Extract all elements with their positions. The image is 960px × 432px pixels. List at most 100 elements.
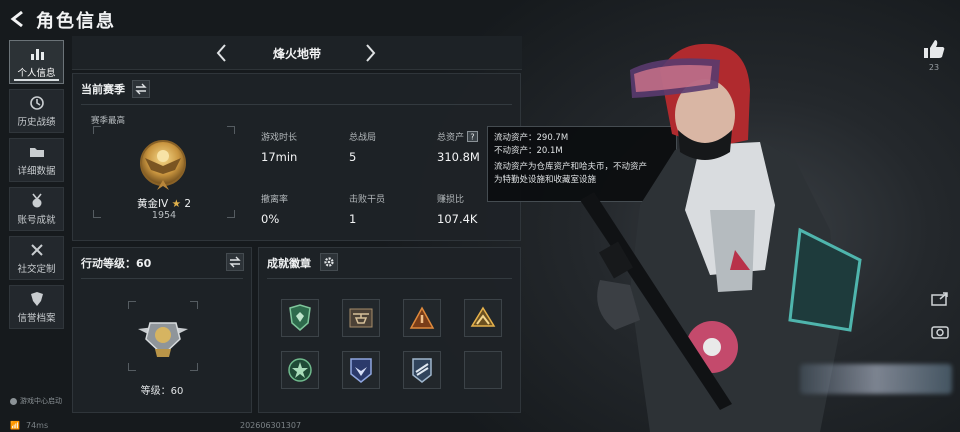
frame-corner [190, 363, 198, 371]
stat-value: 107.4K [437, 212, 478, 226]
achievement-slot[interactable] [281, 299, 319, 337]
rank-name: 黄金IV ★ 2 [93, 196, 235, 211]
blue-eagle-badge-icon [350, 358, 372, 383]
sidebar-item-label: 社交定制 [17, 263, 56, 275]
stat-label: 击败干员 [349, 195, 386, 205]
stat-label: 总资产? [437, 130, 480, 143]
stat-label: 游戏时长 [261, 133, 298, 143]
frame-corner [128, 363, 136, 371]
bar-chart-icon [30, 48, 44, 60]
orange-rank-badge-icon [409, 306, 435, 329]
achievement-slot[interactable] [403, 299, 441, 337]
achievement-empty-slot[interactable] [464, 351, 502, 389]
rank-score: 1954 [151, 210, 177, 221]
sidebar-item-achievements[interactable]: 账号成就 [9, 187, 64, 231]
green-shield-badge-icon [289, 304, 311, 331]
achievements-panel: 成就徽章 [258, 247, 521, 413]
sidebar-item-profile[interactable]: 个人信息 [9, 40, 64, 84]
sidebar-item-social[interactable]: 社交定制 [9, 236, 64, 280]
shield-icon [30, 291, 43, 306]
achievement-slot[interactable] [464, 299, 502, 337]
like-button[interactable] [922, 38, 946, 60]
network-status: 📶 74ms [10, 421, 48, 430]
stat-value: 310.8M [437, 150, 480, 164]
mode-switcher: 烽火地带 [72, 36, 522, 70]
operation-heading: 行动等级：60 [81, 257, 152, 270]
stat-value: 1 [349, 212, 357, 226]
achievement-slot[interactable] [403, 351, 441, 389]
frame-corner [128, 301, 136, 309]
swap-icon [229, 256, 241, 268]
swap-icon [135, 83, 147, 95]
mode-title: 烽火地带 [272, 47, 321, 61]
stat-label-text: 总资产 [437, 133, 465, 143]
stat-label: 撤离率 [261, 195, 289, 205]
yellow-chevron-badge-icon [470, 306, 496, 327]
sidebar-item-details[interactable]: 详细数据 [9, 138, 64, 182]
stat-value: 17min [261, 150, 298, 164]
gear-icon [324, 257, 334, 267]
winged-level-badge-icon [138, 322, 188, 357]
season-switch-button[interactable] [132, 80, 150, 98]
sidebar-item-label: 信誉档案 [17, 312, 56, 324]
level-text: 等级：60 [140, 386, 184, 397]
like-count: 23 [928, 63, 940, 72]
season-heading: 当前赛季 [81, 83, 125, 96]
share-button[interactable] [930, 290, 950, 308]
achievement-slot[interactable] [342, 351, 380, 389]
chevron-right-icon [366, 44, 376, 62]
game-center-note[interactable]: 游戏中心启动 [10, 396, 62, 406]
help-icon[interactable]: ? [467, 131, 479, 142]
achievement-slot[interactable] [342, 299, 380, 337]
frame-corner [93, 126, 101, 134]
wifi-icon: 📶 [10, 421, 20, 430]
camera-icon [931, 326, 949, 339]
game-center-label: 游戏中心启动 [20, 397, 62, 405]
achievements-heading: 成就徽章 [267, 257, 311, 270]
medal-icon [31, 193, 42, 207]
achievement-slot[interactable] [281, 351, 319, 389]
level-badge-frame [128, 301, 198, 371]
player-id: 202606301307 [240, 421, 302, 430]
stat-profit-ratio: 赚损比 107.4K [437, 192, 477, 226]
sidebar-item-history[interactable]: 历史战绩 [9, 89, 64, 133]
folder-icon [29, 147, 44, 157]
sidebar-item-reputation[interactable]: 信誉档案 [9, 285, 64, 329]
operation-level-panel: 行动等级：60 等级：60 [72, 247, 252, 413]
blurred-overlay [800, 364, 952, 394]
frame-corner [190, 301, 198, 309]
stat-kills: 击败干员 1 [349, 192, 385, 226]
back-button[interactable] [8, 9, 28, 29]
stat-value: 5 [349, 150, 357, 164]
sidebar-item-label: 账号成就 [17, 214, 56, 226]
rank-star-count: 2 [184, 198, 192, 210]
operation-switch-button[interactable] [226, 253, 244, 271]
camera-button[interactable] [930, 322, 950, 340]
stat-matches: 总战局 5 [349, 130, 376, 164]
next-mode-button[interactable] [360, 42, 380, 64]
gold-rank-badge-icon [140, 140, 186, 190]
divider [81, 278, 243, 279]
clock-icon [29, 95, 44, 110]
thumbs-up-icon [924, 40, 945, 58]
achievements-settings-button[interactable] [320, 253, 338, 271]
rank-display: 黄金IV ★ 2 1954 [93, 126, 235, 221]
sidebar-item-label: 历史战绩 [17, 116, 56, 128]
share-icon [931, 292, 948, 306]
stat-playtime: 游戏时长 17min [261, 130, 297, 164]
back-arrow-icon [10, 10, 23, 28]
page-title: 角色信息 [36, 11, 116, 32]
stat-extract-rate: 撤离率 0% [261, 192, 288, 226]
stat-value: 0% [261, 212, 280, 226]
frame-corner [227, 126, 235, 134]
stat-label: 总战局 [349, 133, 377, 143]
divider [81, 104, 512, 105]
stat-label: 赚损比 [437, 195, 465, 205]
rank-title: 黄金IV [136, 198, 169, 210]
svg-text:?: ? [470, 133, 474, 142]
blue-wing-badge-icon [412, 358, 432, 383]
info-dot-icon [10, 397, 17, 405]
season-best-label: 赛季最高 [91, 116, 126, 126]
green-star-badge-icon [288, 358, 312, 382]
helicopter-badge-icon [349, 308, 373, 328]
